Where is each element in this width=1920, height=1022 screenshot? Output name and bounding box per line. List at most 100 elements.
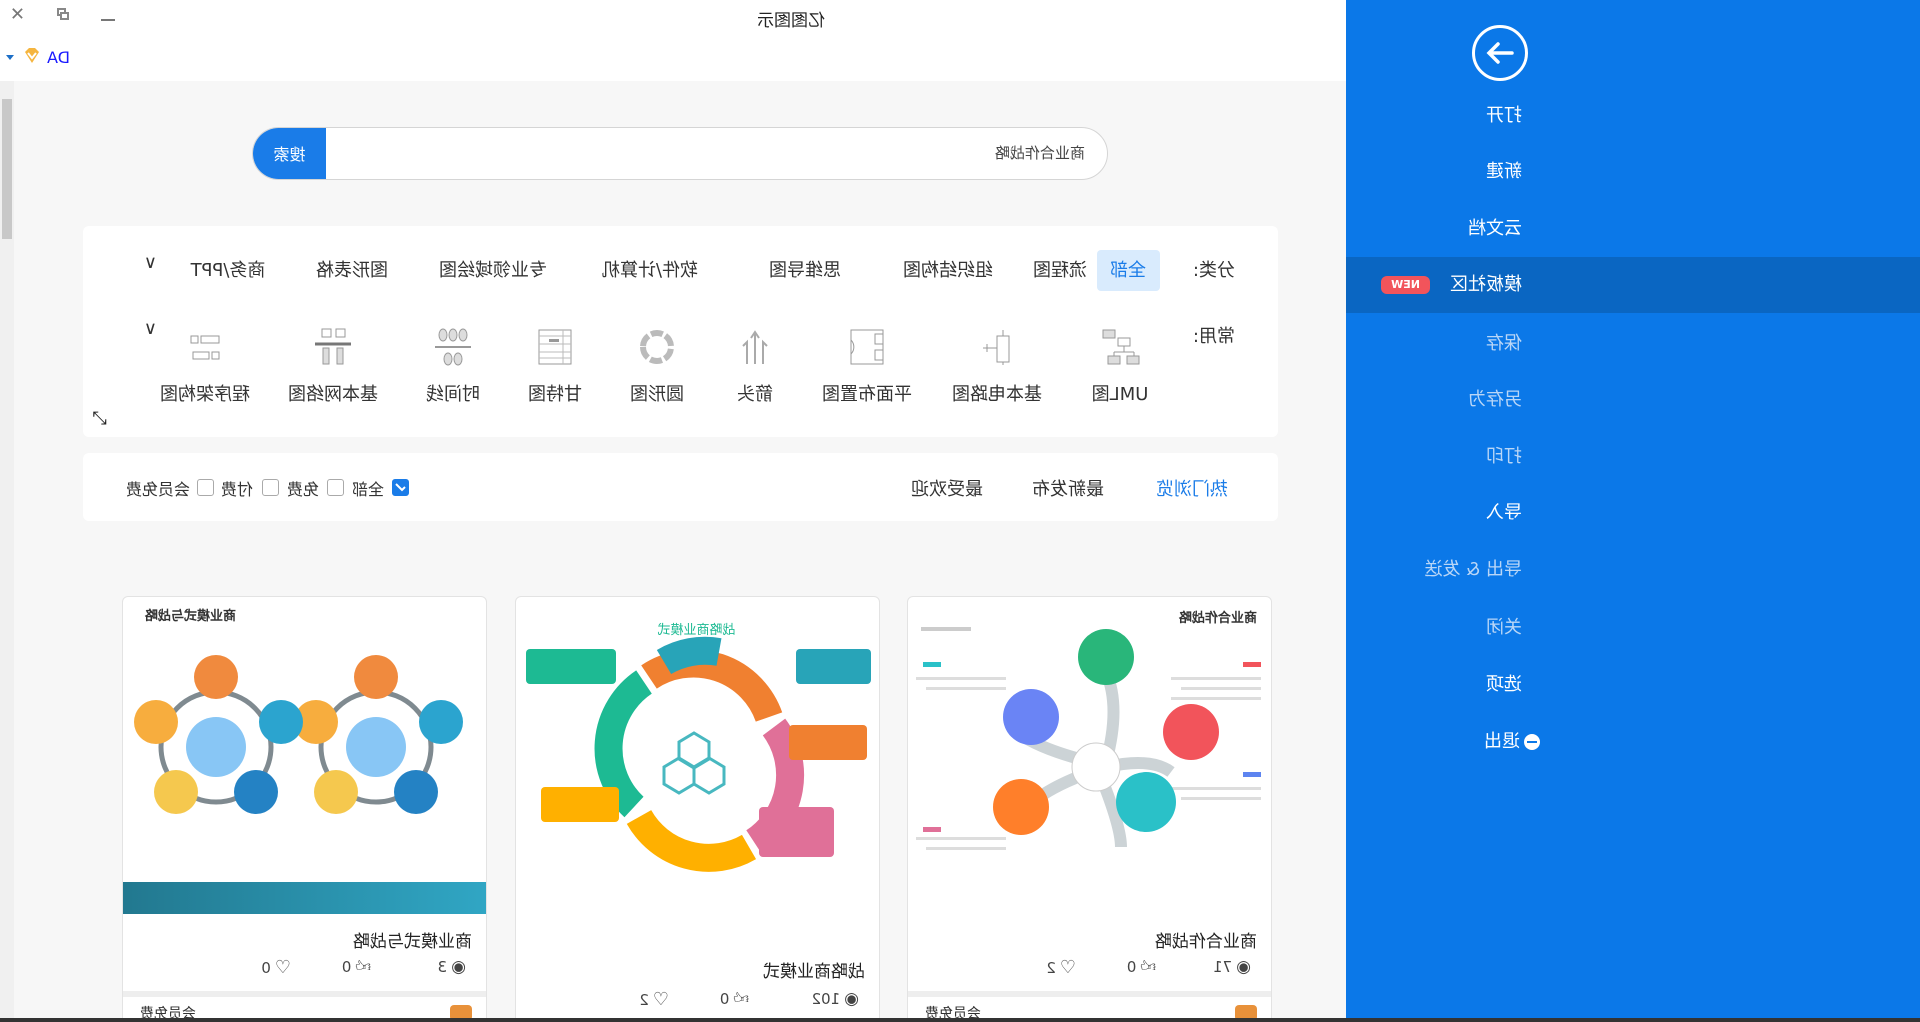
fullscreen-expand-icon[interactable]: ⤢ — [93, 408, 107, 429]
timeline-icon — [435, 328, 471, 366]
template-thumbnail — [122, 655, 486, 914]
sidebar-item-save-as[interactable]: 另存为 — [1346, 372, 1920, 428]
card-divider — [907, 991, 1271, 997]
category-mind-map[interactable]: 思维导图 — [769, 256, 841, 282]
common-program-architecture[interactable]: 程序架构图 — [160, 380, 250, 406]
sidebar-item-label: 导出 & 发送 — [1424, 559, 1522, 580]
network-icon — [315, 328, 351, 365]
template-card[interactable]: 战略商业模式 战略商业模式 ◉ 102 👍︎ 0 ♡ 2 — [515, 596, 880, 1022]
thumbs-up-icon: 👍︎ — [733, 989, 749, 1007]
expand-common-chevron-icon[interactable]: ∨ — [144, 318, 157, 339]
filter-vip-free-checkbox[interactable] — [197, 479, 214, 496]
category-software[interactable]: 软件/计算机 — [602, 256, 698, 282]
filter-all-checkbox[interactable] — [392, 479, 409, 496]
gantt-icon — [538, 329, 572, 365]
new-badge: NEW — [1381, 276, 1430, 294]
common-uml[interactable]: UML图 — [1092, 380, 1149, 406]
likes-count[interactable]: 👍︎ 0 — [342, 957, 371, 976]
category-flowchart[interactable]: 流程图 — [1033, 256, 1087, 282]
thumbnail-title: 商业模式与战略 — [144, 609, 236, 624]
sidebar-item-options[interactable]: 选项 — [1346, 657, 1920, 713]
expand-categories-chevron-icon[interactable]: ∨ — [144, 252, 157, 273]
category-graphic-table[interactable]: 图形表格 — [316, 256, 388, 282]
heart-icon: ♡ — [652, 989, 669, 1010]
sidebar-item-label: 打开 — [1486, 105, 1522, 126]
favorites-count[interactable]: ♡ 2 — [639, 989, 669, 1010]
thumbnail-title: 商业合作战略 — [1178, 611, 1257, 626]
category-label: 分类: — [1192, 260, 1235, 281]
sidebar-item-label: 另存为 — [1468, 389, 1522, 410]
favorites-count[interactable]: ♡ 0 — [261, 957, 291, 978]
eye-icon: ◉ — [844, 989, 859, 1009]
category-professional[interactable]: 专业领域绘图 — [439, 256, 547, 282]
sidebar-item-label: 关闭 — [1486, 617, 1522, 638]
circle-diagram-icon — [640, 330, 674, 364]
filter-free-checkbox[interactable] — [327, 479, 344, 496]
filter-vip-free-label[interactable]: 会员免费 — [126, 476, 190, 500]
sidebar-item-label: 退出 — [1484, 731, 1520, 752]
sidebar-item-export-send[interactable]: 导出 & 发送 — [1346, 542, 1920, 598]
sidebar-item-open[interactable]: 打开 — [1346, 88, 1920, 144]
sidebar-item-template-community[interactable]: 模板社区 NEW — [1346, 257, 1920, 313]
sidebar-item-exit[interactable]: 退出 — [1346, 714, 1920, 770]
favorites-count[interactable]: ♡ 2 — [1046, 957, 1076, 978]
minimize-button[interactable] — [101, 12, 115, 26]
arrows-icon — [742, 330, 768, 364]
sidebar-item-save[interactable]: 保存 — [1346, 316, 1920, 372]
views-count: ◉ 3 — [437, 957, 466, 977]
card-title[interactable]: 商业合作战略 — [1155, 927, 1257, 952]
search-bar: 商业合作战略 搜索 — [252, 127, 1108, 180]
common-basic-circuit[interactable]: 基本电路图 — [952, 380, 1042, 406]
eye-icon: ◉ — [451, 957, 466, 977]
exit-icon — [1524, 734, 1540, 750]
filter-all-label[interactable]: 全部 — [352, 476, 384, 500]
sidebar-item-cloud[interactable]: 云文档 — [1346, 201, 1920, 257]
vip-diamond-icon — [22, 46, 42, 66]
filter-paid-label[interactable]: 付费 — [221, 476, 253, 500]
backstage-sidebar: 打开 新建 云文档 模板社区 NEW 保存 另存为 打印 导入 导出 & 发送 关… — [1346, 0, 1920, 1022]
sort-popular[interactable]: 热门浏览 — [1156, 475, 1228, 501]
program-architecture-icon — [190, 335, 220, 360]
thumbnail-title: 战略商业模式 — [657, 623, 736, 638]
common-arrows[interactable]: 箭头 — [737, 380, 773, 406]
likes-count[interactable]: 👍︎ 0 — [720, 989, 749, 1008]
sidebar-item-label: 保存 — [1486, 333, 1522, 354]
template-card[interactable]: 商业合作战略 商业合作战略 ◉ 71 👍︎ 0 ♡ 2 会员免费 — [907, 596, 1272, 1022]
sidebar-item-label: 选项 — [1486, 674, 1522, 695]
category-all[interactable]: 全部 — [1110, 256, 1146, 282]
thumbs-up-icon: 👍︎ — [355, 957, 371, 975]
template-card[interactable]: 商业模式与战略 商业模式与战略 ◉ 3 👍︎ 0 ♡ 0 会员免费 — [122, 596, 487, 1022]
sidebar-item-close[interactable]: 关闭 — [1346, 600, 1920, 656]
sidebar-item-import[interactable]: 导入 — [1346, 485, 1920, 541]
close-button[interactable]: ✕ — [10, 4, 25, 25]
taskbar-edge — [0, 1018, 1920, 1022]
sidebar-item-label: 云文档 — [1468, 218, 1522, 239]
sort-most-liked[interactable]: 最受欢迎 — [911, 475, 983, 501]
back-arrow-icon[interactable] — [1472, 25, 1528, 81]
category-business-ppt[interactable]: 商务/PPT — [191, 256, 266, 282]
thumbs-up-icon: 👍︎ — [1140, 957, 1156, 975]
sidebar-item-new[interactable]: 新建 — [1346, 144, 1920, 200]
sort-latest[interactable]: 最新发布 — [1032, 475, 1104, 501]
user-name[interactable]: DA — [47, 48, 70, 67]
card-title[interactable]: 战略商业模式 — [763, 957, 865, 982]
category-org-chart[interactable]: 组织结构图 — [903, 256, 993, 282]
search-input[interactable]: 商业合作战略 — [995, 142, 1085, 163]
common-basic-network[interactable]: 基本网络图 — [288, 380, 378, 406]
scrollbar-thumb[interactable] — [2, 99, 12, 239]
filter-paid-checkbox[interactable] — [262, 479, 279, 496]
sidebar-item-print[interactable]: 打印 — [1346, 429, 1920, 485]
eye-icon: ◉ — [1236, 957, 1251, 977]
vertical-scrollbar[interactable] — [0, 81, 14, 1018]
user-menu-caret-icon[interactable] — [6, 55, 14, 64]
filter-free-label[interactable]: 免费 — [287, 476, 319, 500]
common-floor-plan[interactable]: 平面布置图 — [822, 380, 912, 406]
restore-button[interactable] — [55, 8, 69, 22]
sidebar-item-label: 新建 — [1486, 161, 1522, 182]
card-title[interactable]: 商业模式与战略 — [353, 927, 472, 952]
likes-count[interactable]: 👍︎ 0 — [1127, 957, 1156, 976]
search-button[interactable]: 搜索 — [253, 128, 326, 180]
common-gantt[interactable]: 甘特图 — [528, 380, 582, 406]
common-timeline[interactable]: 时间线 — [426, 380, 480, 406]
common-circle[interactable]: 圆形图 — [630, 380, 684, 406]
